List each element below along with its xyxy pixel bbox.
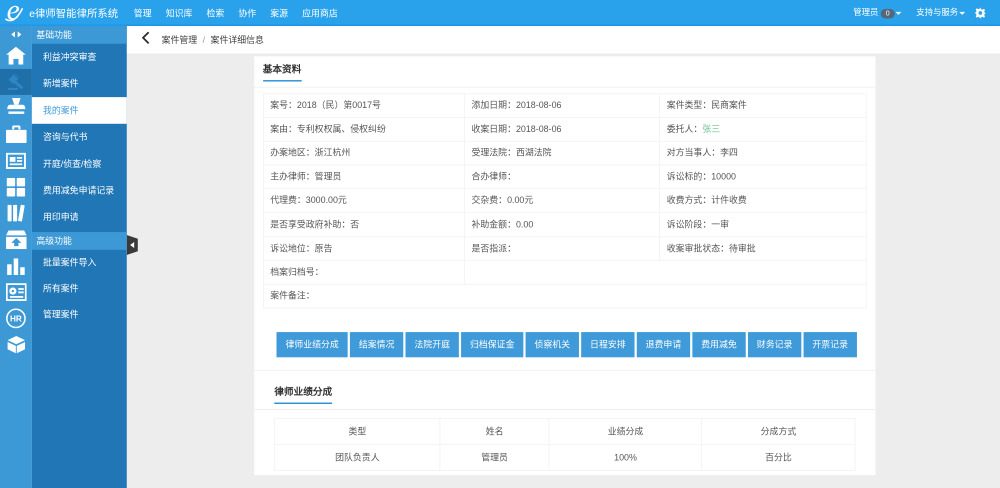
svg-text:HR: HR xyxy=(10,315,22,324)
